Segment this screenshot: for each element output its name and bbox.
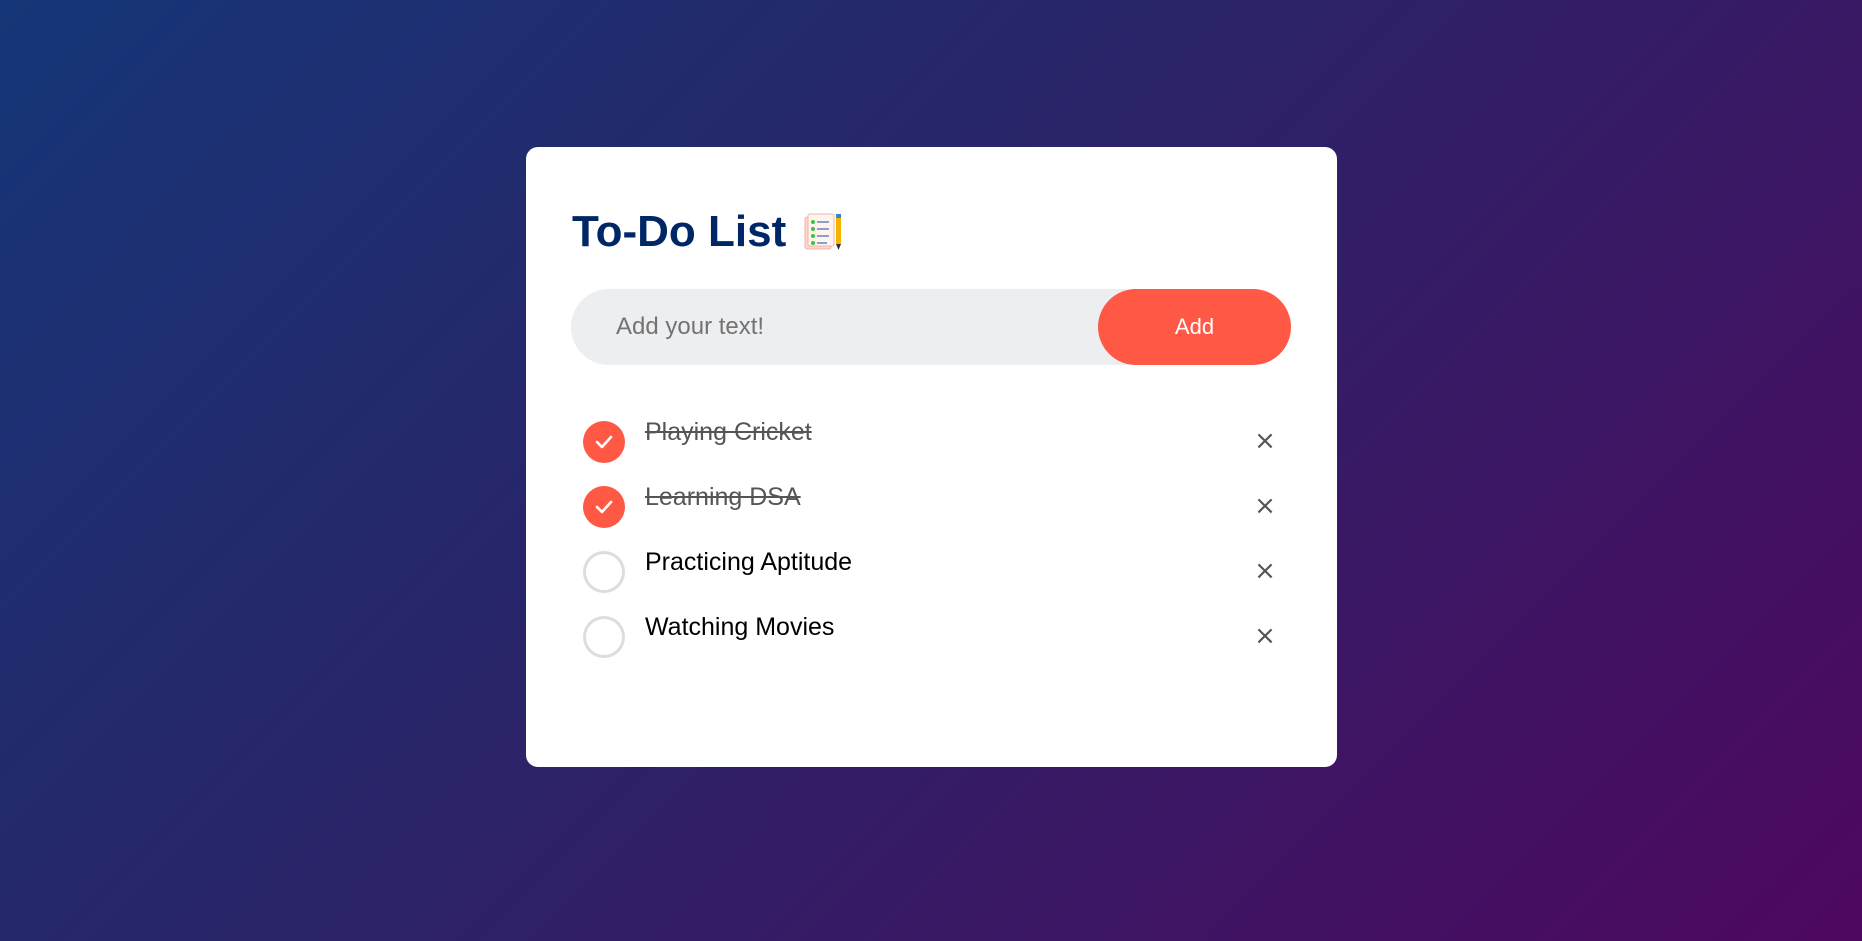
unchecked-circle-icon[interactable] [583,616,625,658]
checked-circle-icon[interactable] [583,421,625,463]
list-item[interactable]: Watching Movies × [583,604,1283,669]
title-row: To-Do List [572,207,842,257]
task-text: Practicing Aptitude [645,548,853,576]
task-text: Watching Movies [645,613,835,641]
task-text: Learning DSA [645,483,801,511]
list-item[interactable]: Practicing Aptitude × [583,539,1283,604]
close-icon[interactable]: × [1247,488,1283,524]
close-icon[interactable]: × [1247,553,1283,589]
task-text: Playing Cricket [645,418,812,446]
checklist-notepad-icon [802,212,842,252]
checked-circle-icon[interactable] [583,486,625,528]
list-item[interactable]: Learning DSA × [583,474,1283,539]
task-list: Playing Cricket × Learning DSA × Practic… [583,409,1283,669]
add-task-row: Add [571,288,1291,366]
list-item[interactable]: Playing Cricket × [583,409,1283,474]
todo-card: To-Do List Add your text! Add Playing Cr… [526,147,1337,767]
page-title: To-Do List [572,207,787,256]
close-icon[interactable]: × [1247,618,1283,654]
task-input[interactable] [571,288,1098,366]
add-button[interactable]: Add [1098,289,1291,365]
close-icon[interactable]: × [1247,423,1283,459]
unchecked-circle-icon[interactable] [583,551,625,593]
